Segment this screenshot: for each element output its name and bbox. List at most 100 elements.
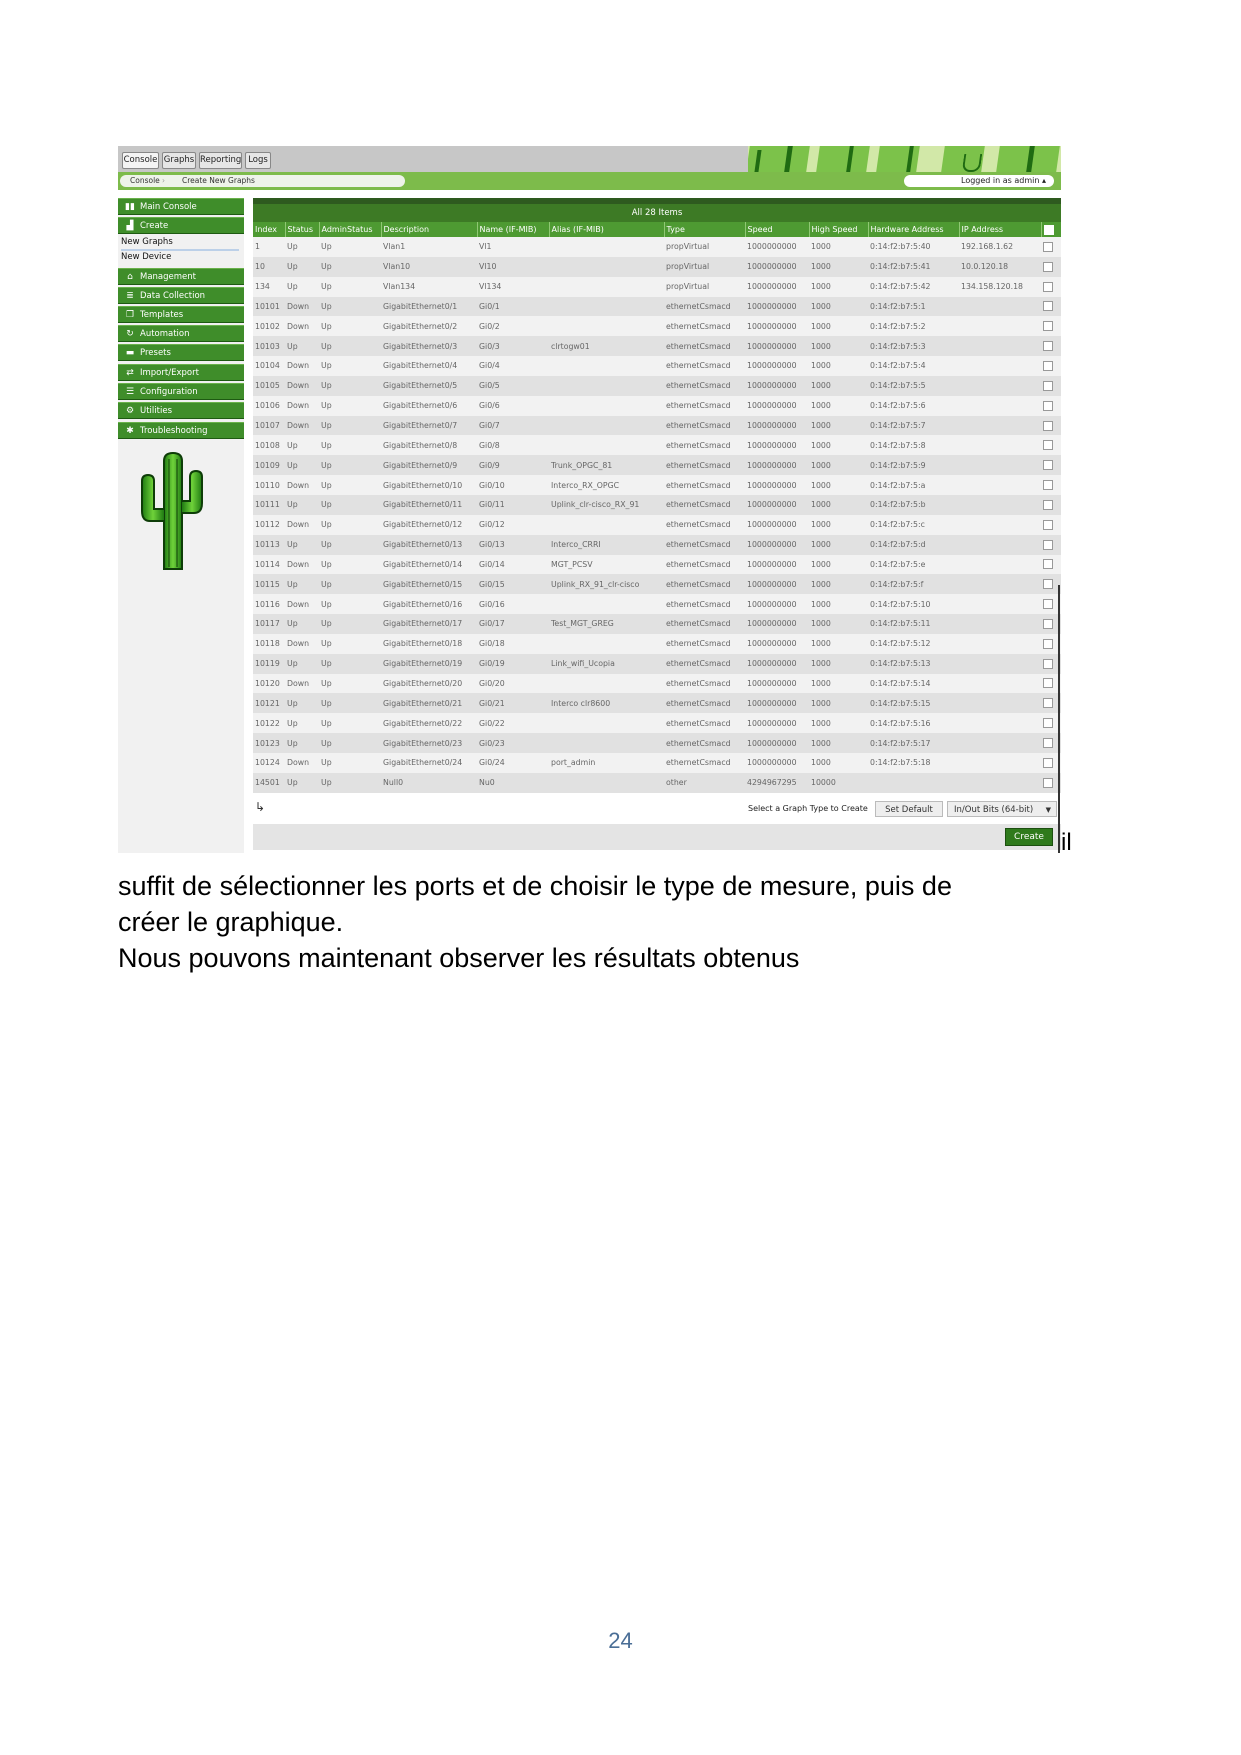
row-checkbox[interactable] xyxy=(1041,336,1061,357)
sidebar-item-presets[interactable]: ▬ Presets xyxy=(118,344,244,361)
table-row[interactable]: 10116 Down Up GigabitEthernet0/16 Gi0/16 ethe… xyxy=(253,594,1061,615)
table-row[interactable]: 10105 Down Up GigabitEthernet0/5 Gi0/5 ethern… xyxy=(253,375,1061,396)
column-header-index[interactable]: Index xyxy=(253,222,286,237)
column-header-status[interactable]: Status xyxy=(285,222,320,237)
table-cell: Up xyxy=(319,395,381,416)
set-default-button[interactable]: Set Default xyxy=(875,801,943,817)
table-row[interactable]: 10103 Up Up GigabitEthernet0/3 Gi0/3 clrtogw0… xyxy=(253,336,1061,357)
table-row[interactable]: 10114 Down Up GigabitEthernet0/14 Gi0/14 MGT_… xyxy=(253,554,1061,575)
table-cell: 0:14:f2:b7:5:c xyxy=(868,514,959,535)
sidebar-item-main-console[interactable]: ▮▮ Main Console xyxy=(118,198,244,215)
table-row[interactable]: 10109 Up Up GigabitEthernet0/9 Gi0/9 Trunk_OP… xyxy=(253,455,1061,476)
table-cell: 1000000000 xyxy=(745,514,809,535)
table-row[interactable]: 1 Up Up Vlan1 Vl1 propVirtual 1000000000 1000 0:… xyxy=(253,237,1061,257)
table-row[interactable]: 10119 Up Up GigabitEthernet0/19 Gi0/19 Link_w… xyxy=(253,653,1061,674)
row-checkbox[interactable] xyxy=(1041,554,1061,575)
checkbox-icon xyxy=(1043,380,1053,391)
table-cell: Vl1 xyxy=(477,237,549,257)
sidebar-item-create[interactable]: ▟ Create xyxy=(118,217,244,234)
table-row[interactable]: 10115 Up Up GigabitEthernet0/15 Gi0/15 Uplink… xyxy=(253,574,1061,595)
table-row[interactable]: 10118 Down Up GigabitEthernet0/18 Gi0/18 ethe… xyxy=(253,633,1061,654)
row-checkbox[interactable] xyxy=(1041,415,1061,436)
column-header-high-speed[interactable]: High Speed xyxy=(809,222,869,237)
sidebar-item-label: Utilities xyxy=(140,406,172,416)
table-cell: ethernetCsmacd xyxy=(664,336,745,357)
column-header-adminstatus[interactable]: AdminStatus xyxy=(319,222,382,237)
table-row[interactable]: 10102 Down Up GigabitEthernet0/2 Gi0/2 ethern… xyxy=(253,316,1061,337)
table-cell: 10000 xyxy=(809,772,868,793)
row-checkbox[interactable] xyxy=(1041,256,1061,277)
table-row[interactable]: 10106 Down Up GigabitEthernet0/6 Gi0/6 ethern… xyxy=(253,395,1061,416)
select-all-checkbox[interactable] xyxy=(1041,222,1061,237)
scrollbar[interactable] xyxy=(1058,585,1060,853)
row-checkbox[interactable] xyxy=(1041,494,1061,515)
row-checkbox[interactable] xyxy=(1041,395,1061,416)
column-header-speed[interactable]: Speed xyxy=(745,222,810,237)
table-cell xyxy=(959,534,1041,555)
row-checkbox[interactable] xyxy=(1041,514,1061,535)
row-checkbox[interactable] xyxy=(1041,296,1061,317)
sidebar-item-import-export[interactable]: ⇄ Import/Export xyxy=(118,364,244,381)
row-checkbox[interactable] xyxy=(1041,276,1061,297)
table-cell xyxy=(959,375,1041,396)
breadcrumb-console[interactable]: Console xyxy=(130,175,160,187)
sidebar-item-management[interactable]: ⌂ Management xyxy=(118,268,244,285)
sidebar-item-configuration[interactable]: ☰ Configuration xyxy=(118,383,244,400)
column-header-ip-address[interactable]: IP Address xyxy=(959,222,1042,237)
table-cell: 1000000000 xyxy=(745,455,809,476)
table-row[interactable]: 14501 Up Up Null0 Nu0 other 4294967295 10000 xyxy=(253,772,1061,793)
sidebar-item-automation[interactable]: ↻ Automation xyxy=(118,325,244,342)
table-cell xyxy=(549,296,664,317)
table-row[interactable]: 10113 Up Up GigabitEthernet0/13 Gi0/13 Interc… xyxy=(253,534,1061,555)
sidebar-subitem-new-device[interactable]: New Device xyxy=(121,250,239,264)
tab-reporting[interactable]: Reporting xyxy=(199,152,242,169)
tab-graphs[interactable]: Graphs xyxy=(162,152,196,169)
table-row[interactable]: 10117 Up Up GigabitEthernet0/17 Gi0/17 Test_M… xyxy=(253,614,1061,634)
tab-logs[interactable]: Logs xyxy=(245,152,271,169)
table-row[interactable]: 10121 Up Up GigabitEthernet0/21 Gi0/21 Interc… xyxy=(253,693,1061,714)
column-header-name[interactable]: Name (IF-MIB) xyxy=(477,222,550,237)
row-checkbox[interactable] xyxy=(1041,356,1061,376)
table-row[interactable]: 134 Up Up Vlan134 Vl134 propVirtual 1000000000… xyxy=(253,276,1061,297)
sidebar-item-troubleshooting[interactable]: ✱ Troubleshooting xyxy=(118,422,244,439)
table-cell: ethernetCsmacd xyxy=(664,534,745,555)
column-header-description[interactable]: Description xyxy=(381,222,478,237)
row-checkbox[interactable] xyxy=(1041,316,1061,337)
row-checkbox[interactable] xyxy=(1041,237,1061,257)
column-header-hardware-address[interactable]: Hardware Address xyxy=(868,222,960,237)
row-checkbox[interactable] xyxy=(1041,534,1061,555)
sidebar-item-templates[interactable]: ❐ Templates xyxy=(118,306,244,323)
sidebar-item-data-collection[interactable]: ≣ Data Collection xyxy=(118,287,244,304)
table-cell: 1000000000 xyxy=(745,375,809,396)
row-checkbox[interactable] xyxy=(1041,455,1061,476)
row-checkbox[interactable] xyxy=(1041,475,1061,495)
graph-type-select[interactable]: In/Out Bits (64-bit) ▼ xyxy=(947,801,1057,817)
row-checkbox[interactable] xyxy=(1041,435,1061,456)
table-row[interactable]: 10101 Down Up GigabitEthernet0/1 Gi0/1 ethern… xyxy=(253,296,1061,317)
table-row[interactable]: 10107 Down Up GigabitEthernet0/7 Gi0/7 ethern… xyxy=(253,415,1061,436)
column-header-alias[interactable]: Alias (IF-MIB) xyxy=(549,222,665,237)
tab-console[interactable]: Console xyxy=(122,152,159,169)
table-row[interactable]: 10122 Up Up GigabitEthernet0/22 Gi0/22 ethern… xyxy=(253,713,1061,734)
table-cell: Gi0/9 xyxy=(477,455,549,476)
create-button[interactable]: Create xyxy=(1005,828,1053,846)
sidebar-subitem-new-graphs[interactable]: New Graphs xyxy=(121,235,239,251)
table-row[interactable]: 10120 Down Up GigabitEthernet0/20 Gi0/20 ethe… xyxy=(253,673,1061,694)
sidebar-item-utilities[interactable]: ⚙ Utilities xyxy=(118,402,244,419)
table-row[interactable]: 10110 Down Up GigabitEthernet0/10 Gi0/10 Inte… xyxy=(253,475,1061,495)
row-checkbox[interactable] xyxy=(1041,375,1061,396)
table-row[interactable]: 10123 Up Up GigabitEthernet0/23 Gi0/23 ethern… xyxy=(253,733,1061,753)
table-row[interactable]: 10 Up Up Vlan10 Vl10 propVirtual 1000000000 100… xyxy=(253,256,1061,277)
table-cell: Trunk_OPGC_81 xyxy=(549,455,664,476)
table-cell: 14501 xyxy=(253,772,285,793)
table-cell: Down xyxy=(285,375,319,396)
table-row[interactable]: 10112 Down Up GigabitEthernet0/12 Gi0/12 ethe… xyxy=(253,514,1061,535)
table-cell: 0:14:f2:b7:5:17 xyxy=(868,733,959,753)
column-header-type[interactable]: Type xyxy=(664,222,746,237)
table-row[interactable]: 10104 Down Up GigabitEthernet0/4 Gi0/4 ethern… xyxy=(253,356,1061,376)
table-row[interactable]: 10108 Up Up GigabitEthernet0/8 Gi0/8 ethernet… xyxy=(253,435,1061,456)
login-status[interactable]: Logged in as admin ▴ xyxy=(904,175,1054,187)
table-row[interactable]: 10124 Down Up GigabitEthernet0/24 Gi0/24 port… xyxy=(253,752,1061,773)
table-cell: GigabitEthernet0/23 xyxy=(381,733,477,753)
table-row[interactable]: 10111 Up Up GigabitEthernet0/11 Gi0/11 Uplink… xyxy=(253,494,1061,515)
